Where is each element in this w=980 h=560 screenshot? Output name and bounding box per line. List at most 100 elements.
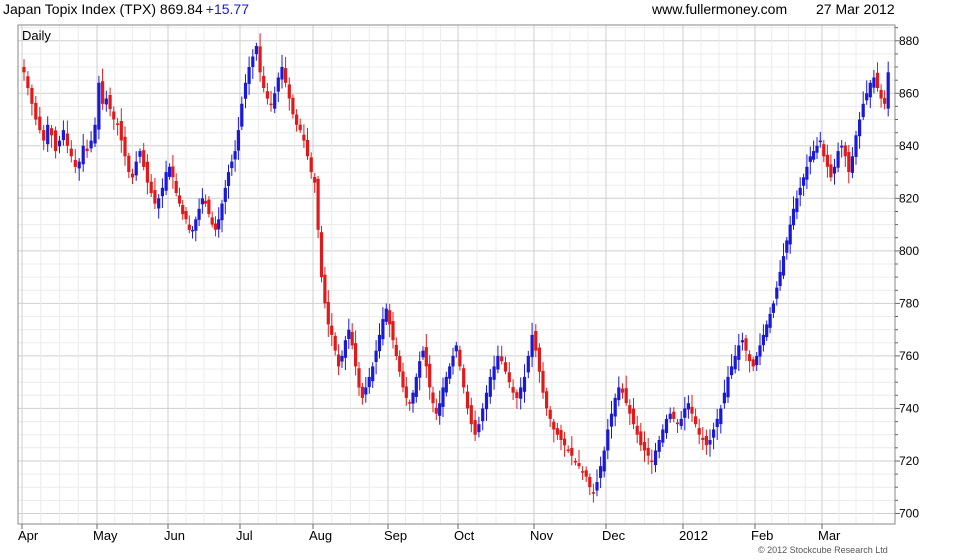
candle-body: [737, 345, 741, 360]
candle-body: [679, 418, 683, 426]
candle-body: [661, 429, 665, 443]
candle-body: [377, 334, 382, 352]
candle: [408, 399, 412, 411]
candle: [675, 418, 680, 433]
candle: [276, 72, 280, 102]
candle: [726, 366, 730, 403]
candle-body: [458, 349, 462, 367]
candle: [886, 61, 890, 117]
candle-body: [217, 219, 221, 230]
candle: [220, 199, 224, 233]
candle-body: [291, 97, 295, 115]
candle: [861, 91, 865, 121]
candle: [190, 226, 195, 239]
candle-body: [347, 329, 351, 339]
candle-body: [284, 68, 288, 83]
candle-body: [653, 450, 658, 466]
candle-body: [690, 406, 694, 414]
candle: [50, 125, 54, 148]
x-tick-label: May: [93, 528, 118, 543]
candle-body: [287, 84, 291, 99]
candle-body: [226, 172, 231, 186]
candle-body: [251, 56, 255, 67]
candle: [230, 154, 234, 176]
axis-ticks: [21, 27, 900, 529]
candle-body: [213, 223, 218, 230]
candle-body: [795, 198, 799, 213]
candle: [343, 335, 347, 371]
candle: [210, 211, 214, 228]
candle: [42, 125, 46, 151]
candle-body: [171, 166, 175, 178]
candle-body: [145, 161, 149, 183]
candle-body: [233, 151, 237, 160]
candle-body: [507, 372, 511, 383]
candle-body: [595, 482, 599, 491]
candle-body: [398, 356, 402, 372]
candle-body: [473, 420, 477, 435]
candle-body: [428, 363, 432, 388]
candle: [690, 394, 694, 422]
candle: [388, 303, 392, 338]
y-tick-label: 740: [899, 401, 919, 415]
candle-body: [628, 405, 632, 414]
candle: [740, 332, 744, 351]
candle: [381, 307, 385, 346]
candle-body: [34, 102, 38, 120]
candle: [145, 154, 149, 195]
candle: [697, 418, 701, 445]
candle-body: [230, 161, 234, 169]
candle: [337, 344, 341, 376]
candle-body: [295, 114, 299, 125]
candle-body: [448, 366, 452, 379]
candle-body: [57, 140, 62, 147]
candle: [30, 84, 34, 116]
candle: [207, 196, 211, 218]
candle: [61, 120, 65, 146]
candle: [233, 140, 237, 172]
candle: [566, 445, 570, 454]
candle: [171, 155, 175, 189]
candle: [686, 395, 690, 419]
candle: [573, 458, 577, 466]
candle-body: [785, 240, 789, 253]
candle-body: [577, 463, 581, 467]
candle: [526, 350, 530, 379]
y-tick-label: 880: [899, 34, 919, 48]
candle-body: [333, 335, 337, 351]
candle-body: [635, 425, 639, 435]
candle-body: [240, 103, 244, 127]
candle-body: [254, 46, 258, 55]
candle: [854, 130, 858, 165]
candle-body: [515, 392, 519, 398]
candle: [197, 198, 201, 226]
candle-body: [683, 408, 687, 418]
candle-body: [101, 81, 105, 104]
candle-body: [822, 144, 826, 157]
candle: [367, 367, 371, 394]
y-tick-label: 700: [899, 507, 919, 521]
candle: [65, 120, 69, 154]
candle: [414, 373, 418, 403]
candle-body: [664, 418, 669, 434]
candle: [808, 146, 812, 175]
candle-body: [733, 355, 737, 370]
candle-body: [581, 471, 585, 473]
candle: [247, 56, 251, 95]
candle-body: [726, 376, 730, 398]
candle-body: [768, 313, 772, 328]
candle-body: [883, 98, 887, 104]
candle-body: [566, 449, 570, 451]
candle-body: [404, 386, 408, 398]
candle-body: [631, 408, 636, 425]
candle-body: [694, 416, 698, 425]
candle-body: [305, 140, 310, 157]
candle: [581, 466, 585, 480]
candle: [694, 408, 698, 428]
candle: [360, 382, 364, 405]
x-tick-label: 2012: [679, 528, 708, 543]
candle-body: [704, 436, 708, 446]
candle-body: [744, 338, 748, 351]
candle: [545, 387, 549, 416]
candle: [503, 356, 508, 375]
